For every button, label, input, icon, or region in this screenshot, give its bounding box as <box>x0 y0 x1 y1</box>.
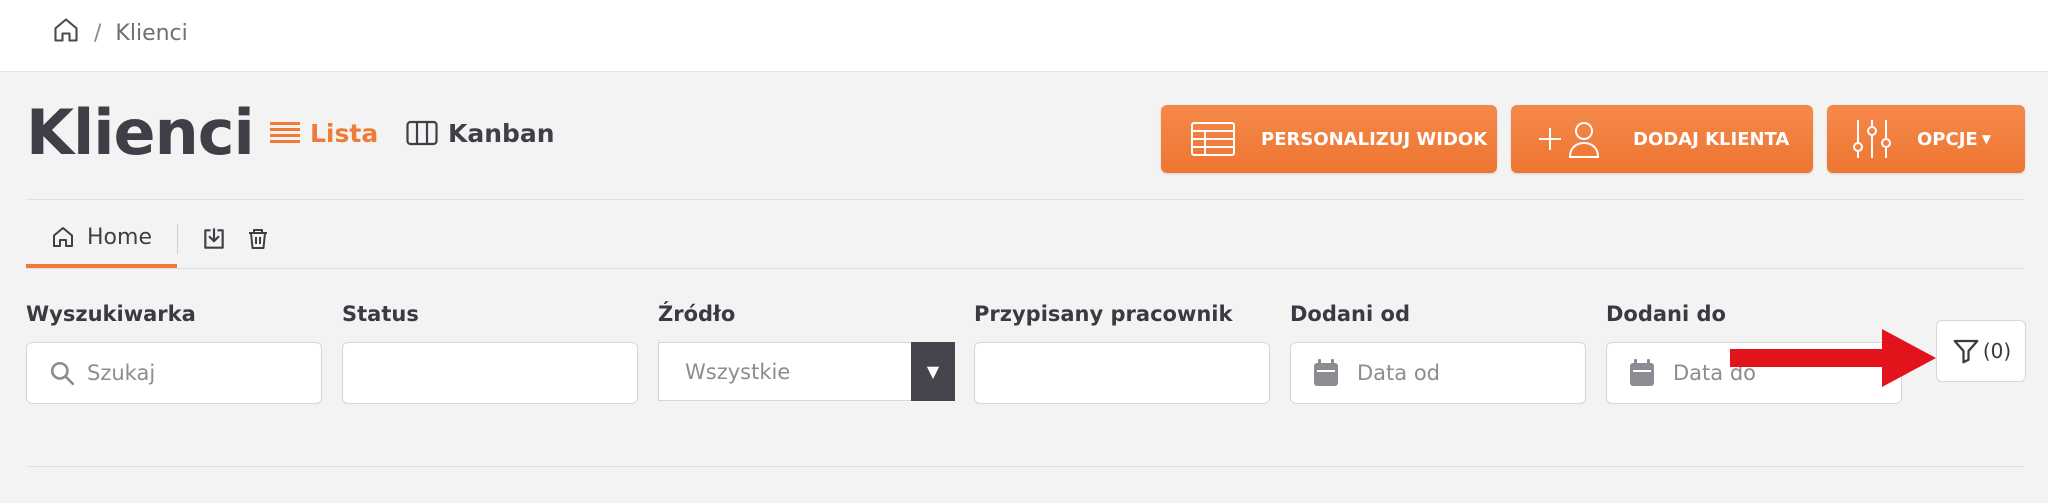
breadcrumb: / Klienci <box>52 18 188 48</box>
add-client-button[interactable]: DODAJ KLIENTA <box>1511 105 1813 173</box>
table-icon <box>1191 122 1235 156</box>
add-user-icon <box>1539 122 1600 158</box>
view-kanban-label: Kanban <box>448 118 555 148</box>
status-field[interactable] <box>342 342 638 404</box>
calendar-icon <box>1314 359 1338 386</box>
kanban-icon <box>406 120 438 146</box>
home-icon[interactable] <box>52 16 80 50</box>
saved-views-tabs: Home <box>26 210 278 268</box>
view-kanban-tab[interactable]: Kanban <box>406 114 555 152</box>
employee-label: Przypisany pracownik <box>974 302 1233 326</box>
export-icon <box>204 228 224 249</box>
sliders-icon <box>1853 120 1891 158</box>
view-list-label: Lista <box>310 118 379 148</box>
tab-home[interactable]: Home <box>26 210 177 268</box>
top-bar: / Klienci <box>0 0 2048 72</box>
source-label: Źródło <box>658 302 736 326</box>
divider <box>26 268 2024 269</box>
breadcrumb-separator: / <box>94 20 102 46</box>
divider <box>26 199 2024 200</box>
filter-count: (0) <box>1982 339 2012 363</box>
personalize-view-label: PERSONALIZUJ WIDOK <box>1261 128 1488 150</box>
search-placeholder: Szukaj <box>87 361 156 385</box>
filter-icon <box>1953 339 1979 364</box>
personalize-view-button[interactable]: PERSONALIZUJ WIDOK <box>1161 105 1497 173</box>
options-button[interactable]: OPCJE ▼ <box>1827 105 2025 173</box>
tab-separator <box>177 224 178 254</box>
page-title: Klienci <box>26 96 255 169</box>
delete-view-button[interactable] <box>238 219 278 259</box>
source-selected-value: Wszystkie <box>685 359 791 384</box>
search-label: Wyszukiwarka <box>26 302 196 326</box>
divider <box>26 466 2024 467</box>
export-view-button[interactable] <box>194 219 234 259</box>
tab-home-label: Home <box>87 224 152 250</box>
add-client-label: DODAJ KLIENTA <box>1633 128 1790 150</box>
added-from-input[interactable]: Data od <box>1290 342 1586 404</box>
filter-button[interactable]: (0) <box>1936 320 2026 382</box>
search-icon <box>50 361 75 386</box>
home-icon <box>53 227 74 247</box>
annotation-arrow <box>1730 329 1936 387</box>
calendar-icon <box>1630 359 1654 386</box>
added-from-placeholder: Data od <box>1357 361 1440 385</box>
options-label: OPCJE <box>1917 128 1978 150</box>
list-icon <box>270 122 300 143</box>
chevron-down-icon: ▼ <box>1981 132 1991 146</box>
chevron-down-icon[interactable]: ▼ <box>911 342 955 401</box>
added-from-label: Dodani od <box>1290 302 1410 326</box>
source-select[interactable]: Wszystkie ▼ <box>658 342 955 401</box>
status-label: Status <box>342 302 419 326</box>
view-list-tab[interactable]: Lista <box>270 114 378 152</box>
trash-icon <box>249 229 267 249</box>
employee-field[interactable] <box>974 342 1270 404</box>
added-to-label: Dodani do <box>1606 302 1726 326</box>
breadcrumb-current: Klienci <box>115 20 188 46</box>
search-input[interactable]: Szukaj <box>26 342 322 404</box>
